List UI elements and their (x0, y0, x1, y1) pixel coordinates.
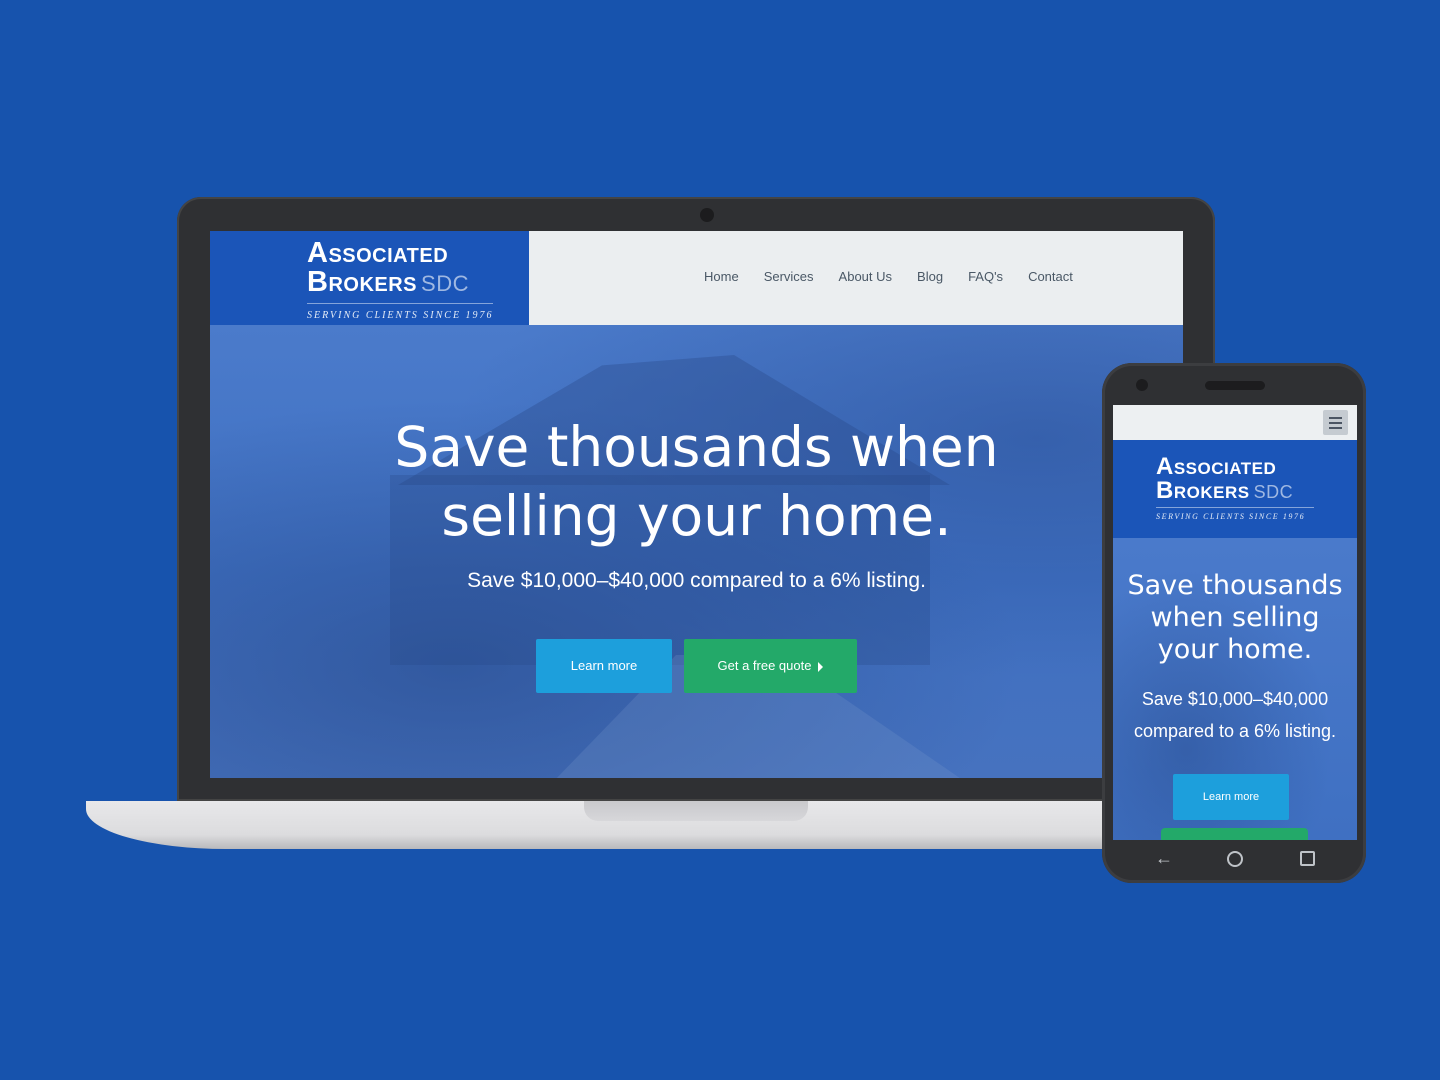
logo-divider (307, 303, 493, 304)
mobile-logo-divider (1156, 507, 1314, 508)
mobile-brand-line2-wrap: Brokers SDC (1156, 479, 1314, 503)
phone-camera (1136, 379, 1148, 391)
mobile-learn-more-label: Learn more (1202, 791, 1260, 803)
logo-block[interactable]: Associated Brokers SDC SERVING CLIENTS SI… (210, 231, 529, 325)
mobile-site: Associated Brokers SDC SERVING CLIENTS SI… (1113, 405, 1357, 840)
mobile-hero: Save thousands when selling your home. S… (1113, 538, 1357, 840)
back-arrow-icon[interactable]: ← (1155, 849, 1173, 867)
learn-more-label: Learn more (570, 658, 638, 673)
circle-home-icon[interactable] (1227, 851, 1243, 867)
mobile-free-quote-button[interactable] (1161, 828, 1308, 840)
brand-line2-wrap: Brokers SDC (307, 268, 494, 297)
mobile-brand-logo[interactable]: Associated Brokers SDC SERVING CLIENTS SI… (1156, 455, 1314, 521)
laptop-camera (700, 208, 714, 222)
mobile-subtext-line1: Save $10,000–$40,000 (1141, 689, 1329, 709)
brand-tagline: SERVING CLIENTS SINCE 1976 (307, 310, 494, 321)
nav-faqs[interactable]: FAQ's (968, 269, 1003, 284)
mobile-brand-line2: Brokers (1156, 477, 1250, 504)
learn-more-button[interactable]: Learn more (536, 639, 672, 693)
android-nav-bar: ← (1113, 840, 1357, 876)
nav-about-us[interactable]: About Us (839, 269, 892, 284)
hero-subtext: Save $10,000–$40,000 compared to a 6% li… (467, 569, 926, 592)
nav-blog[interactable]: Blog (917, 269, 943, 284)
mobile-logo-block[interactable]: Associated Brokers SDC SERVING CLIENTS SI… (1113, 440, 1357, 538)
mobile-hero-subtext: Save $10,000–$40,000 compared to a 6% li… (1113, 683, 1357, 747)
square-recents-icon[interactable] (1300, 851, 1315, 866)
brand-line1: Associated (307, 237, 449, 269)
desktop-site: Associated Brokers SDC SERVING CLIENTS SI… (210, 231, 1183, 778)
hero-headline: Save thousands when selling your home. (210, 413, 1183, 551)
hero-headline-line2: selling your home. (441, 484, 952, 548)
laptop-notch (584, 801, 808, 821)
mobile-hero-headline: Save thousands when selling your home. (1113, 570, 1357, 666)
mobile-headline-line3: your home. (1157, 634, 1313, 665)
site-header: Associated Brokers SDC SERVING CLIENTS SI… (210, 231, 1183, 325)
nav-home[interactable]: Home (704, 269, 739, 284)
brand-logo[interactable]: Associated Brokers SDC SERVING CLIENTS SI… (307, 239, 494, 321)
mobile-subtext-line2: compared to a 6% listing. (1133, 721, 1337, 741)
mobile-topbar (1113, 405, 1357, 440)
mobile-headline-line1: Save thousands (1127, 570, 1343, 601)
free-quote-label: Get a free quote (717, 658, 812, 673)
hamburger-icon[interactable] (1323, 410, 1348, 435)
main-nav: Home Services About Us Blog FAQ's Contac… (704, 269, 1098, 284)
hero-section: Save thousands when selling your home. S… (210, 325, 1183, 778)
free-quote-button[interactable]: Get a free quote (684, 639, 857, 693)
caret-right-icon (818, 661, 824, 672)
hero-headline-line1: Save thousands when (394, 415, 999, 479)
mobile-brand-suffix: SDC (1253, 482, 1294, 502)
mobile-brand-line1: Associated (1156, 453, 1277, 480)
mobile-headline-line2: when selling (1150, 602, 1320, 633)
brand-line2: Brokers (307, 266, 418, 298)
phone-speaker (1205, 381, 1265, 390)
brand-suffix: SDC (421, 271, 469, 296)
nav-services[interactable]: Services (764, 269, 814, 284)
nav-contact[interactable]: Contact (1028, 269, 1073, 284)
mobile-learn-more-button[interactable]: Learn more (1173, 774, 1289, 820)
mobile-brand-tagline: SERVING CLIENTS SINCE 1976 (1156, 512, 1306, 521)
